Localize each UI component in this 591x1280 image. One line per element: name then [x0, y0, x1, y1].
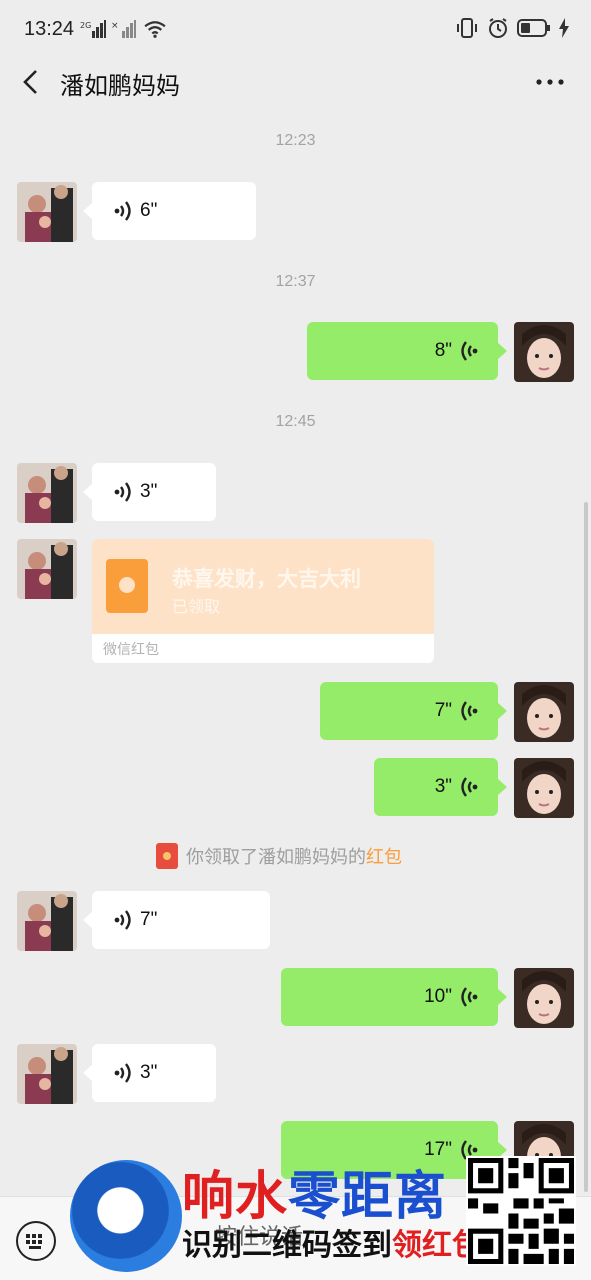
red-packet-card[interactable]: 恭喜发财，大吉大利 已领取 微信红包 [92, 539, 434, 663]
voice-wave-icon [461, 341, 478, 361]
red-packet-title: 恭喜发财，大吉大利 [172, 567, 361, 591]
voice-duration: 7" [140, 909, 158, 930]
red-packet-body: 恭喜发财，大吉大利 已领取 [92, 539, 434, 634]
voice-duration: 7" [434, 700, 452, 721]
svg-text:2G: 2G [80, 21, 91, 30]
voice-message-sent[interactable]: 3" [374, 758, 507, 816]
contact-avatar[interactable] [17, 539, 77, 599]
red-packet-icon [156, 843, 178, 869]
more-options-icon[interactable] [535, 78, 565, 86]
self-avatar[interactable] [514, 968, 574, 1028]
voice-wave-icon [114, 201, 131, 221]
voice-duration: 6" [140, 200, 158, 221]
voice-wave-icon [114, 910, 131, 930]
voice-duration: 8" [434, 340, 452, 361]
red-packet-footer: 微信红包 [103, 642, 159, 658]
voice-message-received[interactable]: 6" [83, 182, 256, 240]
qr-code-icon [466, 1156, 576, 1266]
timestamp: 12:23 [275, 132, 316, 149]
voice-message-received[interactable]: 3" [83, 1044, 216, 1102]
red-packet-link[interactable]: 红包 [366, 847, 402, 868]
voice-message-received[interactable]: 3" [83, 463, 216, 521]
system-message-text: 你领取了潘如鹏妈妈的 [186, 847, 366, 868]
alarm-icon [489, 18, 507, 38]
cell-signal-1-icon: 2G [80, 20, 106, 38]
self-avatar[interactable] [514, 758, 574, 818]
back-arrow-icon[interactable] [18, 66, 48, 98]
voice-message-received[interactable]: 7" [83, 891, 270, 949]
chat-scrollbar[interactable] [584, 502, 588, 1192]
watermark-subtitle: 识别二维码签到领红包 [182, 1228, 482, 1263]
red-envelope-icon [106, 559, 148, 613]
voice-duration: 3" [140, 1062, 158, 1083]
contact-avatar[interactable] [17, 182, 77, 242]
status-bar: 13:24 2G × [0, 0, 591, 58]
self-avatar[interactable] [514, 322, 574, 382]
voice-wave-icon [461, 987, 478, 1007]
wifi-icon [144, 21, 166, 38]
timestamp: 12:37 [275, 273, 316, 290]
voice-duration: 10" [424, 986, 452, 1007]
keyboard-toggle-icon[interactable] [16, 1221, 56, 1261]
contact-avatar[interactable] [17, 891, 77, 951]
svg-text:×: × [111, 21, 119, 31]
voice-wave-icon [114, 1063, 131, 1083]
voice-duration: 3" [434, 776, 452, 797]
chat-header: 潘如鹏妈妈 [0, 58, 591, 106]
voice-wave-icon [461, 701, 478, 721]
status-icons-right [455, 17, 569, 39]
contact-avatar[interactable] [17, 1044, 77, 1104]
timestamp: 12:45 [275, 413, 316, 430]
voice-message-sent[interactable]: 10" [281, 968, 507, 1026]
voice-wave-icon [114, 482, 131, 502]
system-message: 你领取了潘如鹏妈妈的红包 [156, 842, 402, 870]
voice-message-sent[interactable]: 8" [307, 322, 507, 380]
cell-signal-2-icon: × [111, 20, 136, 38]
charging-icon [559, 18, 569, 38]
chat-title: 潘如鹏妈妈 [60, 72, 180, 100]
watermark-title: 响水零距离 [182, 1167, 448, 1227]
voice-message-sent[interactable]: 7" [320, 682, 507, 740]
brand-logo-icon [70, 1160, 182, 1272]
status-time: 13:24 [24, 18, 75, 40]
promo-watermark: 响水零距离 识别二维码签到领红包 [70, 1150, 580, 1278]
vibrate-icon [457, 18, 477, 38]
voice-duration: 3" [140, 481, 158, 502]
voice-wave-icon [461, 777, 478, 797]
contact-avatar[interactable] [17, 463, 77, 523]
self-avatar[interactable] [514, 682, 574, 742]
red-packet-status: 已领取 [172, 597, 221, 616]
battery-icon [517, 19, 550, 37]
